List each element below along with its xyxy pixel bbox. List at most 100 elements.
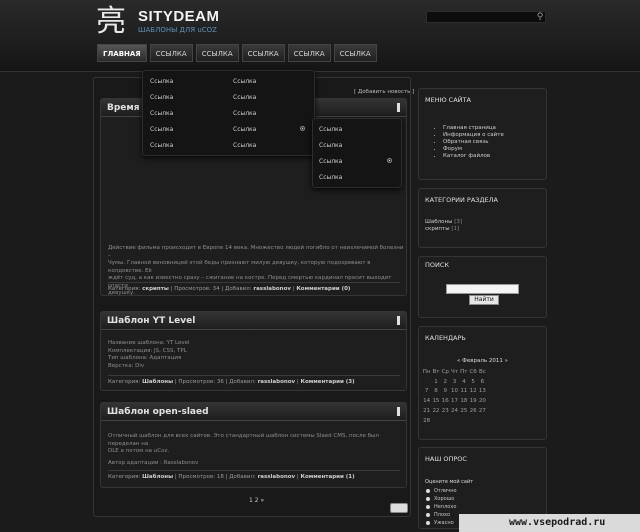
calendar-day[interactable]: 10 xyxy=(450,387,459,397)
comments-link[interactable]: Комментарии (0) xyxy=(296,286,350,292)
dropdown-link[interactable]: Ссылка xyxy=(150,110,173,117)
calendar-title: КАЛЕНДАРЬ xyxy=(425,334,466,342)
pagination[interactable]: 1 2 » xyxy=(249,497,264,504)
calendar-day[interactable]: 18 xyxy=(459,396,468,406)
calendar-day[interactable]: 11 xyxy=(459,387,468,397)
category-link[interactable]: скрипты xyxy=(142,286,169,292)
nav-link-3[interactable]: ССЫЛКА xyxy=(241,44,285,62)
poll-option[interactable]: Хорошо xyxy=(426,496,454,502)
calendar-day[interactable]: 5 xyxy=(468,377,477,387)
calendar-day[interactable]: 25 xyxy=(459,406,468,416)
dropdown-link[interactable]: Ссылка xyxy=(233,94,256,101)
radio-icon[interactable] xyxy=(426,520,430,525)
submenu-link[interactable]: Ссылка xyxy=(319,158,342,165)
comments-link[interactable]: Комментарии (3) xyxy=(301,379,355,385)
calendar-day[interactable]: 6 xyxy=(478,377,487,387)
watermark: www.vsepodrad.ru xyxy=(459,514,640,532)
category-link[interactable]: Шаблоны xyxy=(142,379,173,385)
category-link[interactable]: скрипты xyxy=(425,226,450,232)
nav-link-2[interactable]: ССЫЛКА xyxy=(195,44,239,62)
calendar-day[interactable]: 28 xyxy=(422,416,431,426)
author-link[interactable]: rasslabonov xyxy=(258,379,296,385)
calendar-day[interactable]: 23 xyxy=(441,406,450,416)
post-body: Название шаблона: YT Level Комплектация:… xyxy=(108,340,190,369)
calendar-day[interactable]: 16 xyxy=(441,396,450,406)
add-news-link[interactable]: [ Добавить новость ] xyxy=(354,89,414,95)
magnifier-icon[interactable]: ⚲ xyxy=(534,11,546,23)
calendar-day[interactable]: 21 xyxy=(422,406,431,416)
submenu-link[interactable]: Ссылка xyxy=(319,126,342,133)
nav-home[interactable]: ГЛАВНАЯ xyxy=(97,44,147,62)
calendar-day[interactable]: 24 xyxy=(450,406,459,416)
calendar-day xyxy=(478,416,487,426)
nav-link-1[interactable]: ССЫЛКА xyxy=(149,44,193,62)
calendar-week: 14 15 16 17 18 19 20 xyxy=(422,396,487,406)
category-link[interactable]: Шаблоны xyxy=(425,219,452,225)
search-button[interactable]: Найти xyxy=(469,295,499,305)
calendar-day[interactable]: 9 xyxy=(441,387,450,397)
calendar-day[interactable]: 14 xyxy=(422,396,431,406)
nav-link-5[interactable]: ССЫЛКА xyxy=(333,44,377,62)
dropdown-link[interactable]: Ссылка xyxy=(150,142,173,149)
menu-item[interactable]: Информация о сайте xyxy=(443,132,504,139)
dropdown-link[interactable]: Ссылка xyxy=(150,94,173,101)
radio-icon[interactable] xyxy=(426,488,430,493)
dropdown-link[interactable]: Ссылка xyxy=(233,78,256,85)
main-nav: ГЛАВНАЯ ССЫЛКА ССЫЛКА ССЫЛКА ССЫЛКА ССЫЛ… xyxy=(97,44,377,62)
radio-icon[interactable] xyxy=(426,512,430,517)
site-title[interactable]: SITYDEAM xyxy=(138,8,220,25)
calendar-day[interactable]: 26 xyxy=(468,406,477,416)
calendar-day[interactable]: 7 xyxy=(422,387,431,397)
submenu-link[interactable]: Ссылка xyxy=(319,142,342,149)
dropdown-link[interactable]: Ссылка xyxy=(150,78,173,85)
post-title[interactable]: Шаблон YT Level xyxy=(107,316,195,326)
radio-icon[interactable] xyxy=(426,496,430,501)
calendar-day[interactable]: 8 xyxy=(431,387,440,397)
menu-item[interactable]: Обратная связь xyxy=(443,139,504,146)
poll-option[interactable]: Отлично xyxy=(426,488,457,494)
calendar-day[interactable]: 2 xyxy=(441,377,450,387)
radio-icon[interactable] xyxy=(426,504,430,509)
calendar-day[interactable]: 27 xyxy=(478,406,487,416)
calendar-day[interactable]: 13 xyxy=(478,387,487,397)
nav-link-4[interactable]: ССЫЛКА xyxy=(287,44,331,62)
theme-toggle[interactable] xyxy=(390,503,408,513)
menu-item[interactable]: Форум xyxy=(443,146,504,153)
calendar-day[interactable]: 19 xyxy=(468,396,477,406)
calendar-weekday: Ср xyxy=(441,368,449,375)
calendar-day[interactable]: 15 xyxy=(431,396,440,406)
calendar-day[interactable]: 12 xyxy=(468,387,477,397)
poll-option[interactable]: Плохо xyxy=(426,512,450,518)
comments-link[interactable]: Комментарии (1) xyxy=(301,474,355,480)
header-search-input[interactable] xyxy=(426,11,546,23)
calendar-day[interactable]: 22 xyxy=(431,406,440,416)
calendar-day[interactable]: 20 xyxy=(478,396,487,406)
poll-title: НАШ ОПРОС xyxy=(425,455,467,463)
calendar-day[interactable]: 17 xyxy=(450,396,459,406)
calendar-day[interactable]: 4 xyxy=(459,377,468,387)
nav-dropdown: Ссылка Ссылка Ссылка Ссылка Ссылка Ссылк… xyxy=(142,70,315,156)
poll-option[interactable]: Ужасно xyxy=(426,520,454,526)
menu-item[interactable]: Каталог файлов xyxy=(443,153,504,160)
submenu-link[interactable]: Ссылка xyxy=(319,174,342,181)
poll-option[interactable]: Неплохо xyxy=(426,504,456,510)
category-link[interactable]: Шаблоны xyxy=(142,474,173,480)
dropdown-link[interactable]: Ссылка xyxy=(233,110,256,117)
nav-submenu: Ссылка Ссылка Ссылка Ссылка xyxy=(312,118,402,188)
dropdown-link[interactable]: Ссылка xyxy=(233,126,256,133)
sidebar-search-input[interactable] xyxy=(446,284,519,294)
post-body-line: Чумы. Главной виновницей этой беды призн… xyxy=(108,260,371,274)
post-title[interactable]: Шаблон open-slaed xyxy=(107,407,209,417)
calendar-month[interactable]: « Февраль 2011 » xyxy=(457,358,508,364)
calendar-day[interactable]: 1 xyxy=(431,377,440,387)
menu-block-title: МЕНЮ САЙТА xyxy=(425,96,471,104)
author-link[interactable]: rasslabonov xyxy=(253,286,291,292)
author-link[interactable]: rasslabonov xyxy=(258,474,296,480)
dropdown-link[interactable]: Ссылка xyxy=(150,126,173,133)
menu-item[interactable]: Главная страница xyxy=(443,125,504,132)
dropdown-link[interactable]: Ссылка xyxy=(233,142,256,149)
calendar-grid: Пн Вт Ср Чт Пт Сб Вс 1 2 3 4 5 6 7 8 9 10 11 12 13 14 15 16 17… xyxy=(422,367,487,426)
logo-glyph: 亮 xyxy=(96,4,126,39)
calendar-day[interactable]: 3 xyxy=(450,377,459,387)
post-body-line: Действие фильма происходит в Европе 14 в… xyxy=(108,245,404,259)
